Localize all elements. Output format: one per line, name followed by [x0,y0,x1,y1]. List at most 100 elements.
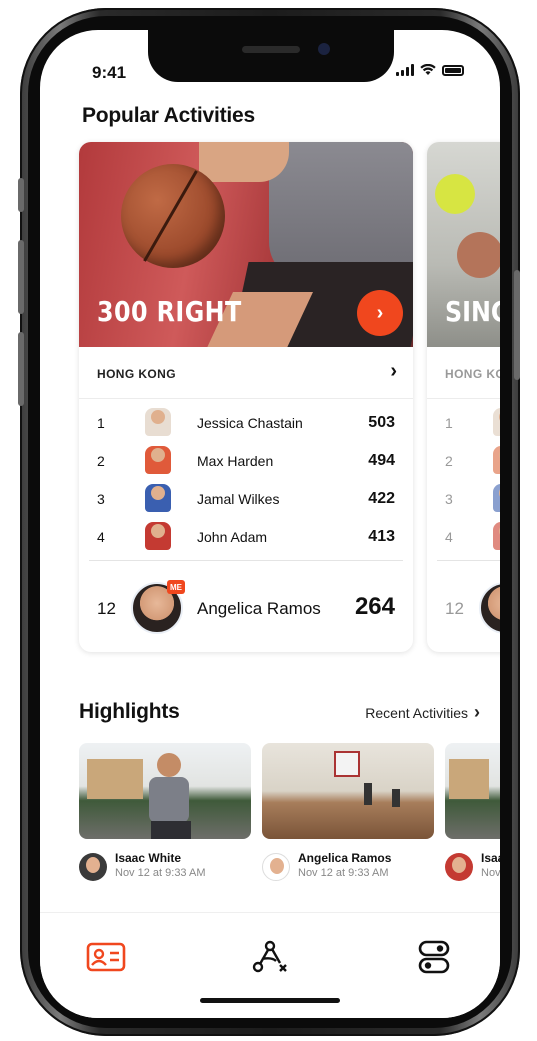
player-name: Jamal Wilkes [197,491,280,507]
leaderboard-row[interactable]: 3 [427,479,500,517]
recent-activities-link[interactable]: Recent Activities › [365,702,480,723]
avatar [445,853,473,881]
activity-card[interactable]: 300 RIGHT › HONG KONG › 1 Jessica Chasta… [79,142,413,652]
player-score: 413 [368,528,395,545]
chevron-right-icon: › [376,301,384,324]
profile-card-icon [86,942,126,972]
leaderboard-row[interactable]: 1 Jessica Chastain 503 [79,403,413,441]
building-image [87,759,143,799]
tennis-ball-image [435,174,475,214]
avatar [493,484,500,512]
chevron-right-icon: › [474,702,480,722]
leaderboard-row[interactable]: 1 [427,403,500,441]
leaderboard-row[interactable]: 4 John Adam 413 [79,517,413,555]
player-name: John Adam [197,529,268,545]
player-score: 422 [368,490,395,507]
my-rank-row[interactable]: 12 ME Angelica Ramos 264 [79,580,413,636]
rank-number: 4 [445,529,453,545]
player-score: 494 [368,452,395,469]
my-score: 264 [354,593,395,620]
leaderboard-row[interactable]: 2 Max Harden 494 [79,441,413,479]
toggles-icon [418,940,450,974]
divider [437,560,500,561]
rank-number: 1 [97,415,105,431]
activity-hero-image[interactable]: 300 RIGHT › [79,142,413,347]
region-selector[interactable]: HONG KONG › [79,347,413,399]
my-name: Angelica Ramos [197,599,321,618]
highlights-title: Highlights [79,700,180,723]
activity-card-next[interactable]: SINGI HONG KO 1 2 3 4 12 [427,142,500,652]
region-label: HONG KONG [97,367,176,381]
basketball-image [121,164,225,268]
rank-number: 2 [445,453,453,469]
tab-settings[interactable] [410,933,458,981]
power-button [514,270,520,380]
avatar [493,522,500,550]
volume-down-button [18,332,24,406]
open-activity-button[interactable]: › [357,290,403,336]
highlight-author: Angelica Ramos [298,851,392,865]
highlight-meta: Angelica Ramos Nov 12 at 9:33 AM [262,847,434,891]
avatar [493,446,500,474]
highlight-author: Isaa [481,851,500,865]
status-time: 9:41 [92,63,127,82]
status-icons [396,64,464,76]
leaderboard-list: 1 2 3 4 [427,399,500,555]
avatar [79,853,107,881]
front-camera [318,43,330,55]
leaderboard-row[interactable]: 2 [427,441,500,479]
highlight-card[interactable]: Isaac White Nov 12 at 9:33 AM [79,743,251,891]
tab-drills[interactable] [246,933,294,981]
my-rank-number: 12 [445,599,464,618]
highlight-time: Nov 12 at 9:33 AM [115,867,206,879]
my-rank-row[interactable]: 12 [427,580,500,636]
drills-icon [252,940,287,973]
highlight-author: Isaac White [115,851,182,865]
avatar [262,853,290,881]
highlight-meta: Isaac White Nov 12 at 9:33 AM [79,847,251,891]
rank-number: 3 [445,491,453,507]
highlight-card[interactable]: Angelica Ramos Nov 12 at 9:33 AM [262,743,434,891]
avatar [145,522,171,550]
player-name: Max Harden [197,453,274,469]
my-rank-number: 12 [97,599,116,618]
leaderboard-row[interactable]: 3 Jamal Wilkes 422 [79,479,413,517]
highlight-meta: Isaa Nov [445,847,500,891]
region-selector[interactable]: HONG KO [427,347,500,399]
activity-title: 300 RIGHT [97,295,242,328]
activity-hero-image[interactable]: SINGI [427,142,500,347]
me-badge: ME [167,580,185,594]
player-figure-image [364,783,372,805]
rank-number: 3 [97,491,105,507]
player-head-image [157,753,181,777]
recent-activities-label: Recent Activities [365,704,468,721]
highlight-video-thumbnail[interactable] [262,743,434,839]
leaderboard-list: 1 Jessica Chastain 503 2 Max Harden 494 … [79,399,413,555]
building-image [449,759,489,799]
my-avatar [479,582,500,634]
avatar [145,484,171,512]
player-arm [199,142,289,182]
rank-number: 4 [97,529,105,545]
player-score: 503 [368,414,395,431]
mute-switch [18,178,24,212]
home-indicator[interactable] [200,998,340,1003]
popular-activities-title: Popular Activities [82,104,256,127]
highlight-card[interactable]: Isaa Nov [445,743,500,891]
leaderboard-row[interactable]: 4 [427,517,500,555]
highlight-video-thumbnail[interactable] [445,743,500,839]
highlight-video-thumbnail[interactable] [79,743,251,839]
player-legs-image [151,821,191,839]
region-label: HONG KO [445,367,500,381]
tab-profile[interactable] [82,933,130,981]
activity-title: SINGI [445,295,500,328]
highlight-time: Nov 12 at 9:33 AM [298,867,389,879]
chevron-right-icon: › [390,360,397,382]
rank-number: 2 [97,453,105,469]
battery-icon [442,64,464,76]
rank-number: 1 [445,415,453,431]
highlight-time: Nov [481,867,500,879]
player-shirt [269,142,413,282]
player-body-image [149,777,189,823]
speaker [242,46,300,53]
